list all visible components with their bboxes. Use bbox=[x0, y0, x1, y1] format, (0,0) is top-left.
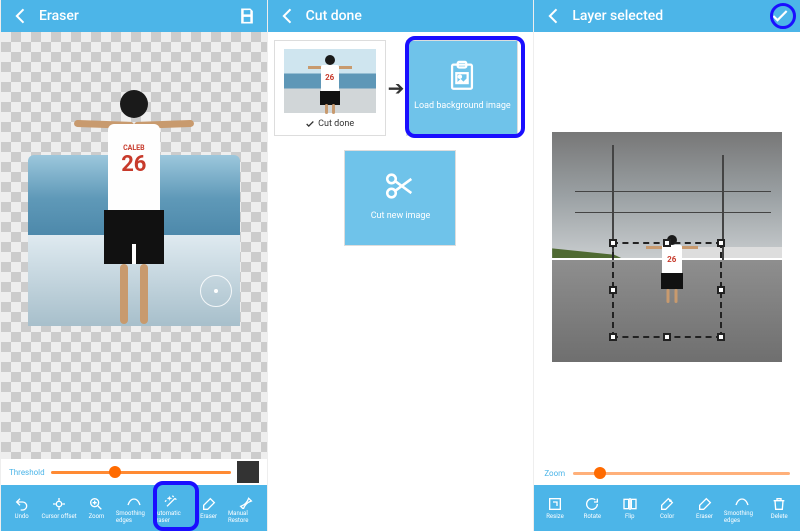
scissors-icon bbox=[383, 169, 417, 203]
tool-eraser[interactable]: Eraser bbox=[191, 496, 227, 520]
resize-handle[interactable] bbox=[717, 286, 725, 294]
tool-label: Rotate bbox=[584, 513, 602, 520]
clipboard-image-icon bbox=[445, 59, 479, 93]
tool-label: Zoom bbox=[89, 513, 105, 520]
tool-automatic-eraser[interactable]: Automatic eraser bbox=[153, 493, 189, 524]
tool-cursor-offset[interactable]: Cursor offset bbox=[41, 496, 77, 520]
resize-handle[interactable] bbox=[609, 239, 617, 247]
resize-handle[interactable] bbox=[609, 286, 617, 294]
resize-handle[interactable] bbox=[717, 333, 725, 341]
tool-label: Automatic eraser bbox=[153, 510, 189, 524]
back-icon[interactable] bbox=[278, 6, 298, 26]
cut-new-image-card[interactable]: Cut new image bbox=[344, 150, 456, 246]
save-icon[interactable] bbox=[237, 6, 257, 26]
jersey-number: 26 bbox=[108, 152, 160, 177]
tool-manual-restore[interactable]: Manual Restore bbox=[228, 493, 264, 524]
tool-label: Smoothing edges bbox=[116, 510, 152, 524]
back-icon[interactable] bbox=[544, 6, 564, 26]
jersey-name: CALEB bbox=[108, 124, 160, 152]
topbar: Layer selected bbox=[534, 0, 800, 32]
tool-delete[interactable]: Delete bbox=[761, 496, 797, 520]
page-title: Layer selected bbox=[572, 8, 663, 24]
tool-label: Undo bbox=[15, 513, 29, 520]
page-title: Cut done bbox=[306, 8, 362, 24]
tool-eraser[interactable]: Eraser bbox=[687, 496, 723, 520]
tool-label: Delete bbox=[771, 513, 788, 520]
jersey-number: 26 bbox=[321, 65, 339, 82]
cut-new-label: Cut new image bbox=[371, 211, 431, 221]
tool-zoom[interactable]: Zoom bbox=[78, 496, 114, 520]
tool-label: Flip bbox=[625, 513, 635, 520]
tool-label: Manual Restore bbox=[228, 510, 264, 524]
zoom-bar: Zoom bbox=[534, 461, 800, 485]
cutout-thumbnail: 26 bbox=[284, 49, 376, 113]
arrow-right-icon: ➔ bbox=[388, 76, 405, 100]
color-swatch[interactable] bbox=[237, 461, 259, 483]
screen-cut-done: Cut done 26 Cut done ➔ bbox=[267, 0, 534, 531]
page-title: Eraser bbox=[39, 8, 79, 24]
topbar: Eraser bbox=[1, 0, 267, 32]
cut-done-label: Cut done bbox=[318, 119, 354, 129]
tool-label: Eraser bbox=[200, 513, 217, 520]
tool-rotate[interactable]: Rotate bbox=[574, 496, 610, 520]
threshold-bar: Threshold bbox=[1, 459, 267, 485]
threshold-label: Threshold bbox=[9, 468, 45, 477]
cut-done-card[interactable]: 26 Cut done bbox=[274, 40, 386, 136]
tool-smoothing-edges[interactable]: Smoothing edges bbox=[116, 493, 152, 524]
resize-handle[interactable] bbox=[663, 333, 671, 341]
tool-label: Eraser bbox=[696, 513, 713, 520]
tool-resize[interactable]: Resize bbox=[537, 496, 573, 520]
check-icon bbox=[305, 119, 315, 129]
selection-box[interactable] bbox=[612, 242, 722, 339]
tool-label: Smoothing edges bbox=[724, 510, 760, 524]
resize-handle[interactable] bbox=[717, 239, 725, 247]
tool-label: Color bbox=[660, 513, 674, 520]
screen-layer-selected: Layer selected 26 bbox=[533, 0, 800, 531]
load-background-card[interactable]: Load background image bbox=[406, 40, 518, 136]
screen-eraser: Eraser CALEB 26 Threshold bbox=[0, 0, 267, 531]
tool-flip[interactable]: Flip bbox=[612, 496, 648, 520]
background-image: 26 bbox=[552, 132, 782, 362]
subject-image: CALEB 26 bbox=[28, 53, 241, 416]
compositor-canvas[interactable]: 26 bbox=[534, 32, 800, 461]
zoom-label: Zoom bbox=[544, 469, 565, 478]
tool-smoothing-edges[interactable]: Smoothing edges bbox=[724, 493, 760, 524]
topbar: Cut done bbox=[268, 0, 534, 32]
zoom-slider[interactable] bbox=[573, 472, 790, 475]
content: 26 Cut done ➔ bbox=[268, 32, 534, 531]
resize-handle[interactable] bbox=[609, 333, 617, 341]
resize-handle[interactable] bbox=[663, 239, 671, 247]
load-background-label: Load background image bbox=[414, 101, 511, 111]
tool-label: Cursor offset bbox=[42, 513, 77, 520]
tool-color[interactable]: Color bbox=[649, 496, 685, 520]
tool-undo[interactable]: Undo bbox=[4, 496, 40, 520]
tool-label: Resize bbox=[546, 513, 564, 520]
eraser-canvas[interactable]: CALEB 26 bbox=[1, 32, 267, 459]
back-icon[interactable] bbox=[11, 6, 31, 26]
confirm-icon[interactable] bbox=[770, 6, 790, 26]
toolstrip: Resize Rotate Flip Color Eraser Smoothin… bbox=[534, 485, 800, 531]
toolstrip: Undo Cursor offset Zoom Smoothing edges … bbox=[1, 485, 267, 531]
threshold-slider[interactable] bbox=[51, 471, 231, 474]
